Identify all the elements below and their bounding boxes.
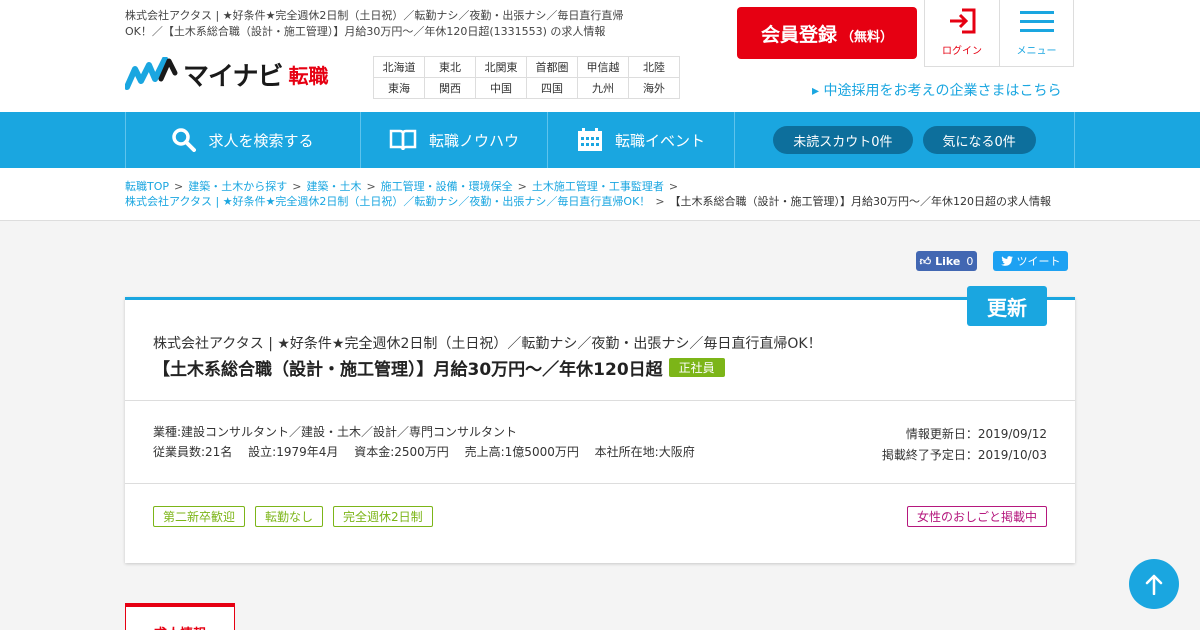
login-icon	[950, 8, 976, 34]
scout-button[interactable]: 未読スカウト0件	[773, 126, 913, 154]
job-heading-section: 株式会社アクタス | ★好条件★完全週休2日制（土日祝）／転勤ナシ／夜勤・出張ナ…	[125, 300, 1075, 401]
company-name: 株式会社アクタス | ★好条件★完全週休2日制（土日祝）／転勤ナシ／夜勤・出張ナ…	[153, 336, 822, 352]
breadcrumb-link[interactable]: 土木施工管理・工事監理者	[532, 180, 664, 193]
site-logo[interactable]: マイナビ 転職	[125, 56, 328, 92]
facebook-like-button[interactable]: 👍︎ Like 0	[916, 251, 977, 271]
sales-text: 売上高:1億5000万円	[464, 445, 579, 459]
region-link[interactable]: 東海	[373, 77, 425, 99]
breadcrumb-separator: >	[668, 180, 679, 193]
thumbs-up-icon: 👍︎	[919, 254, 932, 268]
nav-search[interactable]: 求人を検索する	[125, 112, 360, 168]
login-label: ログイン	[942, 46, 982, 57]
feature-tag: 転勤なし	[255, 506, 324, 527]
updated-date: 情報更新日：2019/09/12	[905, 427, 1047, 441]
breadcrumb-separator: >	[366, 180, 376, 193]
region-link[interactable]: 関西	[424, 77, 476, 99]
like-count: 0	[966, 254, 974, 268]
global-nav: 求人を検索する 転職ノウハウ 転職イベント 未読スカウト0件 気になる0件	[0, 112, 1200, 168]
region-link[interactable]: 北関東	[475, 56, 527, 78]
industry-text: 業種:建設コンサルタント／建設・土木／設計／専門コンサルタント	[153, 425, 518, 439]
region-link[interactable]: 北陸	[628, 56, 680, 78]
register-label: 会員登録	[760, 23, 837, 46]
employment-type-badge: 正社員	[668, 358, 725, 377]
region-link[interactable]: 東北	[424, 56, 476, 78]
capital-text: 資本金:2500万円	[354, 445, 449, 459]
breadcrumb-current: 【土木系総合職（設計・施工管理）】月給30万円～／年休120日超の求人情報	[669, 195, 1052, 208]
nav-event[interactable]: 転職イベント	[547, 112, 734, 168]
breadcrumb-link[interactable]: 施工管理・設備・環境保全	[381, 180, 513, 193]
book-icon	[389, 129, 417, 151]
breadcrumb-separator: >	[292, 180, 302, 193]
nav-knowhow-label: 転職ノウハウ	[428, 131, 519, 150]
search-icon	[172, 128, 197, 152]
logo-sub-text: 転職	[288, 63, 329, 88]
scroll-top-button[interactable]	[1129, 559, 1179, 609]
breadcrumb-separator: >	[517, 180, 527, 193]
like-label: Like	[935, 254, 961, 268]
register-sub-label: （無料）	[841, 29, 894, 45]
logo-mark-icon	[125, 57, 178, 90]
region-link[interactable]: 首都圏	[526, 56, 578, 78]
hq-text: 本社所在地:大阪府	[594, 445, 695, 459]
corporate-link[interactable]: ▸ 中途採用をお考えの企業さまはこちら	[812, 80, 1061, 100]
region-link[interactable]: 中国	[475, 77, 527, 99]
breadcrumb-separator: >	[174, 180, 184, 193]
feature-tag: 第二新卒歓迎	[153, 506, 246, 527]
menu-button[interactable]: メニュー	[999, 0, 1074, 67]
feature-tag: 完全週休2日制	[333, 506, 433, 527]
breadcrumb-area: 転職TOP > 建築・土木から探す > 建築・土木 > 施工管理・設備・環境保全 > 土木施工管…	[0, 168, 1200, 221]
job-title-text: 【土木系総合職（設計・施工管理）】月給30万円～／年休120日超	[153, 360, 663, 380]
breadcrumb-separator: >	[655, 195, 665, 208]
breadcrumb-link[interactable]: 転職TOP	[125, 180, 169, 193]
nav-event-label: 転職イベント	[614, 131, 705, 150]
region-table: 北海道 東北 北関東 首都圏 甲信越 北陸 東海 関西 中国 四国 九州 海外	[373, 56, 680, 99]
twitter-bird-icon	[1000, 256, 1013, 266]
job-title: 【土木系総合職（設計・施工管理）】月給30万円～／年休120日超 正社員	[153, 355, 725, 380]
hamburger-icon	[1019, 11, 1054, 32]
region-link[interactable]: 甲信越	[577, 56, 629, 78]
breadcrumb-link[interactable]: 建築・土木	[306, 180, 361, 193]
page-heading: 株式会社アクタス | ★好条件★完全週休2日制（土日祝）／転勤ナシ／夜勤・出張ナ…	[125, 9, 624, 38]
founded-text: 設立:1979年4月	[248, 445, 339, 459]
region-link[interactable]: 九州	[577, 77, 629, 99]
menu-label: メニュー	[1016, 46, 1057, 57]
tweet-button[interactable]: ツイート	[993, 251, 1068, 271]
company-info-section: 業種:建設コンサルタント／建設・土木／設計／専門コンサルタント 従業員数:21名…	[125, 401, 1075, 484]
breadcrumb: 転職TOP > 建築・土木から探す > 建築・土木 > 施工管理・設備・環境保全 > 土木施工管…	[125, 179, 1075, 209]
region-link[interactable]: 四国	[526, 77, 578, 99]
region-link[interactable]: 北海道	[373, 56, 425, 78]
feature-tags-section: 第二新卒歓迎 転勤なし 完全週休2日制 女性のおしごと掲載中	[125, 484, 1075, 563]
nav-status-group: 未読スカウト0件 気になる0件	[734, 112, 1075, 168]
login-button[interactable]: ログイン	[924, 0, 999, 67]
region-link[interactable]: 海外	[628, 77, 680, 99]
company-facts: 従業員数:21名 設立:1979年4月 資本金:2500万円 売上高:1億500…	[153, 443, 707, 460]
calendar-icon	[577, 128, 602, 151]
favorite-button[interactable]: 気になる0件	[922, 126, 1036, 154]
breadcrumb-link[interactable]: 株式会社アクタス | ★好条件★完全週休2日制（土日祝）／転勤ナシ／夜勤・出張ナ…	[125, 195, 650, 208]
logo-text: マイナビ	[183, 61, 283, 92]
tweet-label: ツイート	[1016, 255, 1061, 268]
nav-knowhow[interactable]: 転職ノウハウ	[360, 112, 547, 168]
nav-search-label: 求人を検索する	[208, 131, 314, 150]
arrow-up-icon	[1145, 574, 1163, 595]
register-button[interactable]: 会員登録 （無料）	[737, 7, 917, 59]
breadcrumb-link[interactable]: 建築・土木から探す	[188, 180, 287, 193]
site-header: 株式会社アクタス | ★好条件★完全週休2日制（土日祝）／転勤ナシ／夜勤・出張ナ…	[0, 0, 1200, 112]
end-date: 掲載終了予定日：2019/10/03	[881, 448, 1047, 462]
job-summary-card: 更新 株式会社アクタス | ★好条件★完全週休2日制（土日祝）／転勤ナシ／夜勤・…	[125, 286, 1075, 563]
women-job-tag[interactable]: 女性のおしごと掲載中	[906, 506, 1047, 527]
employees-text: 従業員数:21名	[153, 445, 233, 459]
feature-tags: 第二新卒歓迎 転勤なし 完全週休2日制	[153, 506, 443, 527]
tab-job-info[interactable]: 求人情報	[125, 603, 235, 630]
